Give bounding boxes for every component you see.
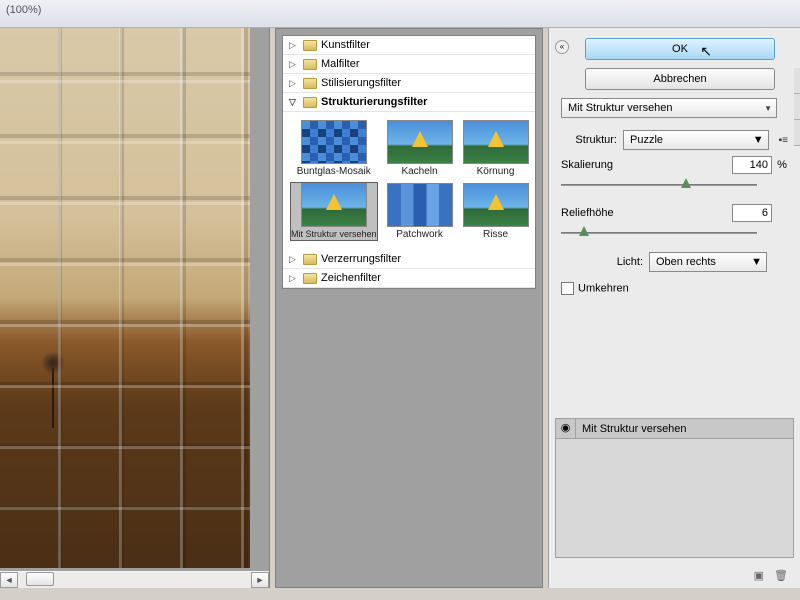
- filter-panel: ▷Kunstfilter ▷Malfilter ▷Stilisierungsfi…: [275, 28, 543, 588]
- struktur-label: Struktur:: [561, 134, 617, 146]
- percent-label: %: [776, 159, 788, 171]
- relief-slider[interactable]: [561, 226, 757, 240]
- thumb-patchwork[interactable]: Patchwork: [387, 183, 453, 240]
- filter-category-list: ▷Kunstfilter ▷Malfilter ▷Stilisierungsfi…: [282, 35, 536, 289]
- licht-label: Licht:: [561, 256, 643, 268]
- cursor-icon: ↖: [700, 41, 712, 61]
- scroll-right-arrow[interactable]: ►: [251, 572, 269, 588]
- folder-icon: [303, 59, 317, 70]
- category-stilisierungsfilter[interactable]: ▷Stilisierungsfilter: [283, 74, 535, 93]
- chevron-down-icon: ▼: [753, 134, 764, 146]
- licht-dropdown[interactable]: Oben rechts▼: [649, 252, 767, 272]
- folder-icon: [303, 273, 317, 284]
- category-strukturierungsfilter[interactable]: ▽Strukturierungsfilter: [283, 93, 535, 112]
- skalierung-input[interactable]: 140: [732, 156, 772, 174]
- filter-thumb-grid: Buntglas-Mosaik Kacheln Körnung Mit Stru…: [283, 112, 535, 250]
- preview-image: [0, 28, 250, 568]
- preview-panel: ◄ ►: [0, 28, 270, 588]
- new-layer-icon[interactable]: ▣: [754, 569, 764, 582]
- flyout-menu-icon[interactable]: ▪≡: [779, 135, 788, 146]
- cancel-button[interactable]: Abbrechen: [585, 68, 775, 90]
- effect-layers-panel: ◉ Mit Struktur versehen: [555, 418, 794, 558]
- scroll-left-arrow[interactable]: ◄: [0, 572, 18, 588]
- thumb-buntglas-mosaik[interactable]: Buntglas-Mosaik: [291, 120, 377, 177]
- thumb-koernung[interactable]: Körnung: [463, 120, 529, 177]
- category-malfilter[interactable]: ▷Malfilter: [283, 55, 535, 74]
- struktur-dropdown[interactable]: Puzzle▼: [623, 130, 769, 150]
- zoom-label: (100%): [6, 4, 41, 16]
- umkehren-checkbox[interactable]: Umkehren: [561, 282, 788, 295]
- chevron-down-icon: ▼: [751, 256, 762, 268]
- relief-label: Reliefhöhe: [561, 207, 614, 219]
- filter-name-dropdown[interactable]: Mit Struktur versehen▼: [561, 98, 777, 118]
- folder-icon: [303, 254, 317, 265]
- skalierung-slider[interactable]: [561, 178, 757, 192]
- settings-panel: « OK↖ Abbrechen Mit Struktur versehen▼ S…: [548, 28, 800, 588]
- category-kunstfilter[interactable]: ▷Kunstfilter: [283, 36, 535, 55]
- scroll-thumb[interactable]: [26, 572, 54, 586]
- thumb-risse[interactable]: Risse: [463, 183, 529, 240]
- category-verzerrungsfilter[interactable]: ▷Verzerrungsfilter: [283, 250, 535, 269]
- relief-input[interactable]: 6: [732, 204, 772, 222]
- thumb-kacheln[interactable]: Kacheln: [387, 120, 453, 177]
- folder-icon: [303, 40, 317, 51]
- skalierung-label: Skalierung: [561, 159, 613, 171]
- category-zeichenfilter[interactable]: ▷Zeichenfilter: [283, 269, 535, 288]
- chevron-down-icon: ▼: [764, 104, 772, 113]
- ok-button[interactable]: OK↖: [585, 38, 775, 60]
- folder-icon: [303, 78, 317, 89]
- folder-icon: [303, 97, 317, 108]
- title-bar: (100%): [0, 0, 800, 28]
- thumb-mit-struktur-versehen[interactable]: Mit Struktur versehen: [291, 183, 377, 240]
- effect-layer-row[interactable]: ◉ Mit Struktur versehen: [556, 419, 793, 439]
- preview-h-scrollbar[interactable]: ◄ ►: [0, 570, 269, 588]
- visibility-eye-icon[interactable]: ◉: [556, 419, 576, 439]
- panel-edge: [794, 68, 800, 468]
- effect-layer-name: Mit Struktur versehen: [576, 423, 687, 435]
- collapse-icon[interactable]: «: [555, 40, 569, 54]
- trash-icon[interactable]: 🗑: [774, 569, 788, 582]
